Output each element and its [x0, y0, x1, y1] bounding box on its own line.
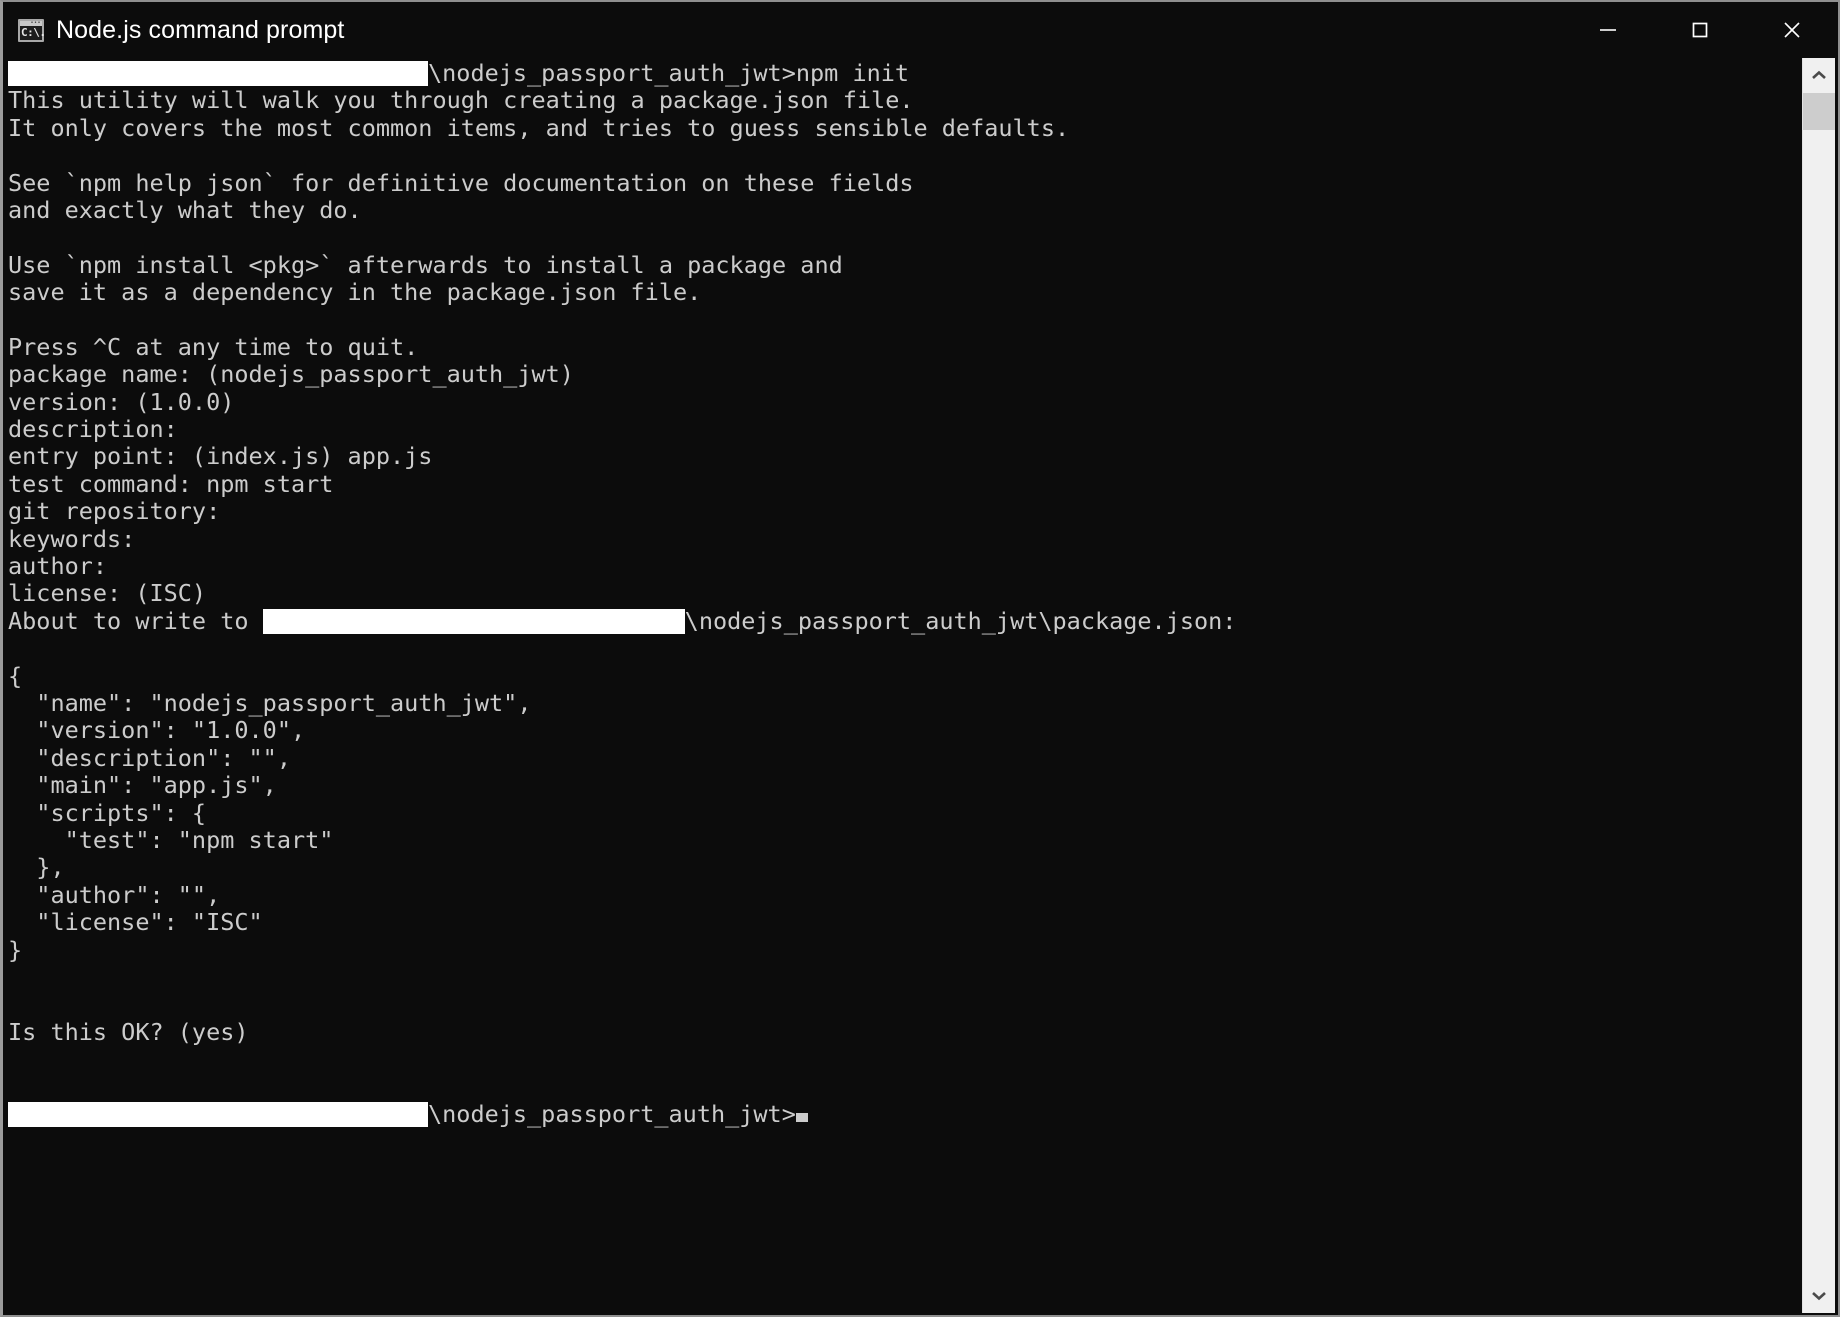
terminal-text: "name": "nodejs_passport_auth_jwt",: [8, 688, 532, 717]
terminal-text: keywords:: [8, 524, 136, 553]
terminal-text: "license": "ISC": [8, 908, 263, 937]
terminal-line: entry point: (index.js) app.js: [8, 443, 1802, 470]
console-cmd-icon: ••• C:\.: [18, 18, 46, 42]
terminal-line: \nodejs_passport_auth_jwt>: [8, 1099, 1802, 1128]
terminal-text: \nodejs_passport_auth_jwt>: [428, 1099, 796, 1128]
terminal-text: license: (ISC): [8, 579, 207, 608]
terminal-text: test command: npm start: [8, 469, 334, 498]
terminal-text: \nodejs_passport_auth_jwt\package.json:: [684, 606, 1237, 635]
terminal-line: Press ^C at any time to quit.: [8, 332, 1802, 361]
terminal-line: and exactly what they do.: [8, 195, 1802, 224]
terminal-lines: \nodejs_passport_auth_jwt>npm init This u…: [8, 59, 1802, 1128]
terminal-text: This utility will walk you through creat…: [8, 86, 914, 115]
window-title: Node.js command prompt: [56, 15, 345, 44]
terminal-line: It only covers the most common items, an…: [8, 113, 1802, 142]
redaction-block: [8, 1101, 428, 1127]
terminal-cursor: [795, 1112, 808, 1122]
close-button[interactable]: [1746, 2, 1838, 58]
terminal-line: {: [8, 661, 1802, 690]
maximize-icon: [1692, 22, 1708, 38]
terminal-line: package name: (nodejs_passport_auth_jwt): [8, 361, 1802, 388]
terminal-line: "version": "1.0.0",: [8, 717, 1802, 744]
terminal-text: entry point: (index.js) app.js: [8, 442, 433, 471]
terminal-text: "main": "app.js",: [8, 771, 277, 800]
terminal-output-area[interactable]: \nodejs_passport_auth_jwt>npm init This u…: [3, 58, 1802, 1315]
terminal-text: git repository:: [8, 497, 221, 526]
terminal-line: }: [8, 935, 1802, 964]
close-icon: [1784, 22, 1800, 38]
console-icon-label: C:\.: [21, 25, 46, 39]
terminal-text: See `npm help json` for definitive docum…: [8, 168, 914, 197]
terminal-line: "scripts": {: [8, 798, 1802, 827]
terminal-line: },: [8, 854, 1802, 881]
terminal-text: package name: (nodejs_passport_auth_jwt): [8, 360, 574, 389]
terminal-line: version: (1.0.0): [8, 387, 1802, 416]
maximize-button[interactable]: [1654, 2, 1746, 58]
terminal-line: test command: npm start: [8, 469, 1802, 498]
scrollbar-track[interactable]: [1803, 130, 1835, 1278]
terminal-line: "main": "app.js",: [8, 771, 1802, 800]
terminal-line: author:: [8, 552, 1802, 581]
terminal-line: git repository:: [8, 498, 1802, 525]
terminal-text: {: [8, 661, 23, 690]
terminal-text: "version": "1.0.0",: [8, 716, 306, 745]
terminal-text: description:: [8, 415, 178, 444]
terminal-line: "author": "",: [8, 880, 1802, 909]
terminal-line: description:: [8, 415, 1802, 444]
redaction-block: [262, 608, 685, 634]
terminal-text: Use `npm install <pkg>` afterwards to in…: [8, 250, 843, 279]
terminal-text: It only covers the most common items, an…: [8, 113, 1070, 142]
terminal-line: About to write to \nodejs_passport_auth_…: [8, 606, 1802, 635]
terminal-text: version: (1.0.0): [8, 387, 235, 416]
terminal-line: "test": "npm start": [8, 825, 1802, 854]
terminal-text: save it as a dependency in the package.j…: [8, 278, 702, 307]
terminal-line: This utility will walk you through creat…: [8, 87, 1802, 114]
terminal-text: author:: [8, 552, 108, 581]
terminal-text: About to write to: [8, 606, 263, 635]
terminal-text: "author": "",: [8, 880, 221, 909]
terminal-line: \nodejs_passport_auth_jwt>npm init: [8, 59, 1802, 87]
terminal-text: "scripts": {: [8, 798, 207, 827]
terminal-line: license: (ISC): [8, 580, 1802, 607]
terminal-line: See `npm help json` for definitive docum…: [8, 168, 1802, 197]
scrollbar-thumb[interactable]: [1803, 93, 1835, 130]
minimize-icon: [1600, 29, 1616, 31]
terminal-line: Is this OK? (yes): [8, 1017, 1802, 1046]
terminal-text: \nodejs_passport_auth_jwt>npm init: [428, 59, 910, 87]
terminal-text: }: [8, 935, 23, 964]
terminal-text: and exactly what they do.: [8, 195, 362, 224]
minimize-button[interactable]: [1562, 2, 1654, 58]
redaction-block: [8, 61, 428, 86]
terminal-line: save it as a dependency in the package.j…: [8, 278, 1802, 307]
console-window: ••• C:\. Node.js command prompt \nodejs_…: [0, 0, 1840, 1317]
scroll-down-button[interactable]: [1803, 1278, 1835, 1313]
scroll-up-button[interactable]: [1803, 58, 1835, 93]
terminal-line: "name": "nodejs_passport_auth_jwt",: [8, 688, 1802, 717]
terminal-text: Press ^C at any time to quit.: [8, 332, 419, 361]
terminal-line: Use `npm install <pkg>` afterwards to in…: [8, 250, 1802, 279]
chevron-down-icon: [1812, 1292, 1826, 1301]
terminal-text: Is this OK? (yes): [8, 1017, 249, 1046]
title-bar-left: ••• C:\. Node.js command prompt: [3, 16, 1562, 45]
title-bar[interactable]: ••• C:\. Node.js command prompt: [3, 2, 1838, 58]
terminal-line: keywords:: [8, 524, 1802, 553]
terminal-text: },: [8, 853, 65, 882]
terminal-text: "description": "",: [8, 743, 291, 772]
terminal-text: "test": "npm start": [8, 825, 334, 854]
chevron-up-icon: [1812, 70, 1826, 79]
window-controls: [1562, 2, 1838, 58]
terminal-line: "license": "ISC": [8, 908, 1802, 937]
terminal-line: "description": "",: [8, 743, 1802, 772]
vertical-scrollbar[interactable]: [1802, 58, 1835, 1313]
